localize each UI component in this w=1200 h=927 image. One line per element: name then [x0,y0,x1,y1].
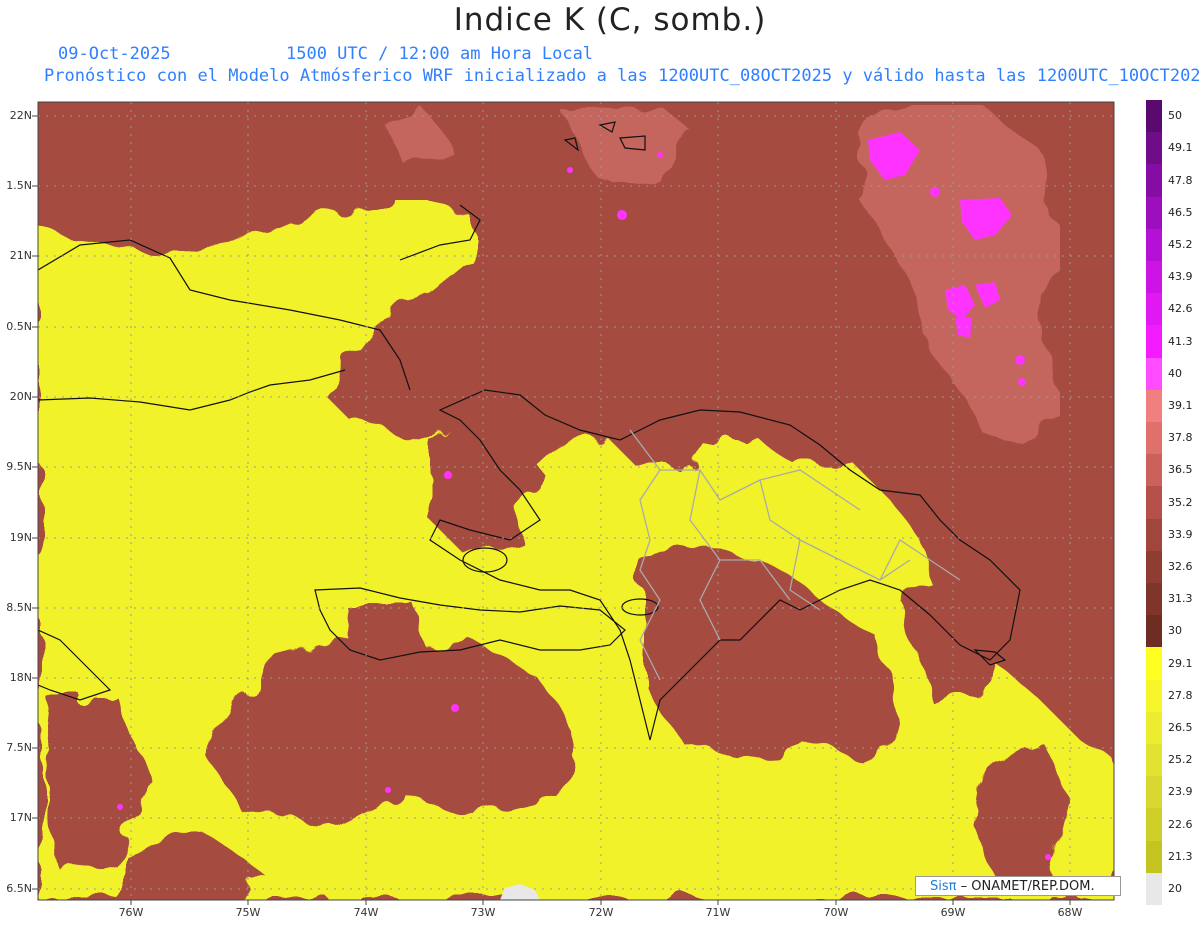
lat-label: 21N [9,249,32,262]
lat-label: 9.5N [6,460,32,473]
colorbar-swatch [1146,486,1162,520]
colorbar-label: 30 [1168,624,1182,638]
colorbar-label: 21.3 [1168,849,1193,863]
credit-text: – ONAMET/REP.DOM. [956,879,1095,894]
colorbar [1146,100,1162,906]
colorbar-label: 40 [1168,366,1182,380]
k-index-map [32,101,1115,905]
colorbar-label: 33.9 [1168,527,1193,541]
colorbar-swatch [1146,389,1162,423]
colorbar-swatch [1146,583,1162,616]
colorbar-label: 43.9 [1168,270,1193,284]
colorbar-label: 27.8 [1168,688,1193,702]
colorbar-swatch [1146,293,1162,326]
colorbar-swatch [1146,261,1162,294]
colorbar-swatch [1146,228,1162,262]
lat-label: 19N [9,531,32,544]
colorbar-label: 49.1 [1168,141,1193,155]
colorbar-label: 45.2 [1168,237,1193,251]
colorbar-label: 25.2 [1168,753,1193,767]
colorbar-label: 26.5 [1168,720,1193,734]
colorbar-swatch [1146,100,1162,133]
colorbar-label: 22.6 [1168,817,1193,831]
colorbar-swatch [1146,679,1162,713]
lon-label: 68W [1057,906,1083,919]
lon-label: 71W [705,906,731,919]
colorbar-swatch [1146,808,1162,842]
lon-label: 69W [940,906,966,919]
lat-label: 20N [9,390,32,403]
lat-label: 17N [9,811,32,824]
colorbar-swatch [1146,711,1162,745]
colorbar-swatch [1146,422,1162,455]
lat-label: 7.5N [6,741,32,754]
lat-label: 18N [9,671,32,684]
colorbar-swatch [1146,744,1162,777]
lat-label: 0.5N [6,320,32,333]
colorbar-swatch [1146,325,1162,359]
colorbar-swatch [1146,615,1162,648]
colorbar-label: 29.1 [1168,656,1193,670]
colorbar-label: 39.1 [1168,398,1193,412]
lon-label: 72W [588,906,614,919]
colorbar-swatch [1146,196,1162,230]
colorbar-swatch [1146,518,1162,552]
colorbar-label: 46.5 [1168,205,1193,219]
lon-label: 74W [353,906,379,919]
colorbar-label: 20 [1168,881,1182,895]
lon-label: 76W [118,906,144,919]
colorbar-label: 47.8 [1168,173,1193,187]
colorbar-swatch [1146,357,1162,391]
colorbar-swatch [1146,164,1162,198]
colorbar-label: 23.9 [1168,785,1193,799]
colorbar-label: 35.2 [1168,495,1193,509]
credit-box: Sisπ – ONAMET/REP.DOM. [915,876,1121,896]
colorbar-label: 31.3 [1168,592,1193,606]
colorbar-label: 37.8 [1168,431,1193,445]
colorbar-label: 32.6 [1168,559,1193,573]
colorbar-label: 42.6 [1168,302,1193,316]
lon-label: 70W [823,906,849,919]
colorbar-swatch [1146,132,1162,165]
colorbar-swatch [1146,776,1162,809]
colorbar-swatch [1146,647,1162,681]
lon-label: 75W [235,906,261,919]
lat-label: 22N [9,109,32,122]
credit-brand: Sisπ [930,879,957,894]
colorbar-swatch [1146,840,1162,874]
colorbar-swatch [1146,550,1162,584]
colorbar-swatch [1146,872,1162,906]
colorbar-label: 41.3 [1168,334,1193,348]
lat-label: 6.5N [6,882,32,895]
lat-label: 1.5N [6,179,32,192]
colorbar-swatch [1146,454,1162,487]
lon-label: 73W [470,906,496,919]
colorbar-label: 36.5 [1168,463,1193,477]
lat-label: 8.5N [6,601,32,614]
colorbar-label: 50 [1168,109,1182,123]
